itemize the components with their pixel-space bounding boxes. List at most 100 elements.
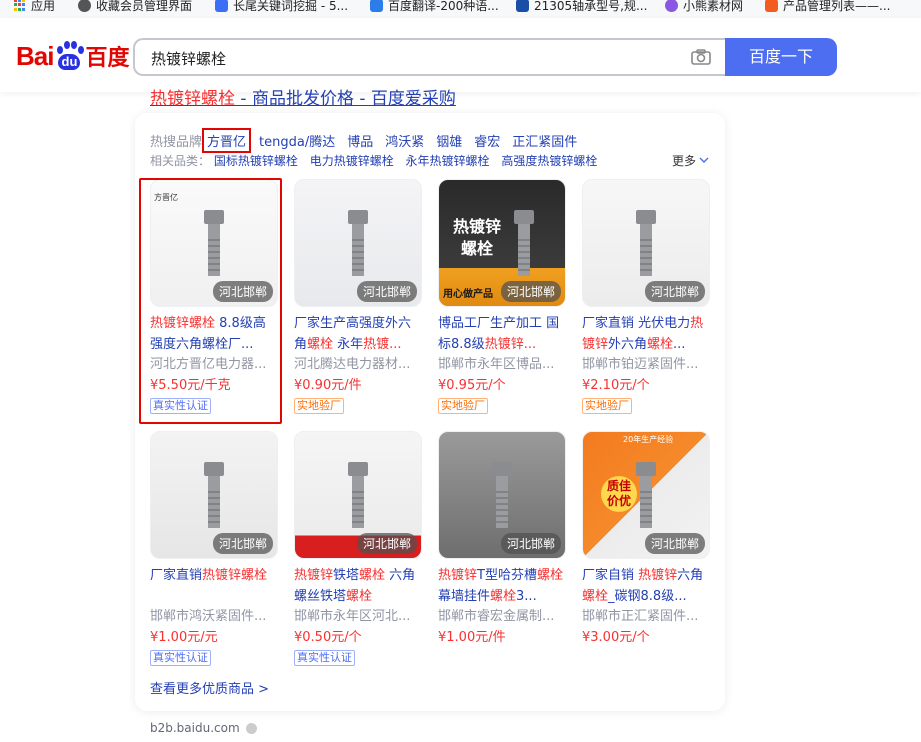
product-image[interactable]: 质佳 价优 20年生产经验 河北邯郸 — [582, 431, 710, 559]
shop-name[interactable]: 邯郸市鸿沃紧固件... — [150, 607, 278, 627]
search-input[interactable] — [149, 40, 673, 76]
product-title[interactable]: 厂家自销 热镀锌六角螺栓_碳钢8.8级... — [582, 565, 710, 607]
title-text: 3... — [516, 589, 537, 604]
product-price: ¥2.10元/个 — [582, 378, 650, 393]
product-image[interactable]: 河北邯郸 — [582, 179, 710, 307]
view-more-link[interactable]: 查看更多优质商品 > — [150, 678, 269, 697]
related-categories-row: 相关品类： 国标热镀锌螺栓 电力热镀锌螺栓 永年热镀锌螺栓 高强度热镀锌螺栓 — [150, 152, 605, 169]
brand-link[interactable]: 铟雄 — [436, 131, 462, 150]
title-text: 永年 — [333, 337, 364, 352]
logo-text-du: du — [58, 54, 81, 70]
product-image[interactable]: 河北邯郸 — [150, 431, 278, 559]
orange-s-icon — [765, 0, 778, 12]
hot-brands-row: 热搜品牌 方晋亿 tengda/腾达 博品 鸿沃紧 铟雄 睿宏 正汇紧固件 — [150, 128, 589, 153]
location-badge: 河北邯郸 — [212, 533, 273, 554]
title-highlight: 螺栓 — [536, 568, 563, 583]
title-highlight: 热镀锌螺栓 — [202, 568, 268, 583]
product-item[interactable]: 河北邯郸厂家直销 光伏电力热镀锌外六角螺栓... 邯郸市铂迈紧固件... ¥2.10… — [582, 179, 710, 414]
product-price: ¥1.00元/件 — [438, 630, 506, 645]
title-highlight: 热镀锌 — [438, 568, 478, 583]
location-badge: 河北邯郸 — [644, 281, 705, 302]
logo-text-cn: 百度 — [85, 45, 130, 70]
bookmark-item[interactable]: 百度翻译-200种语... — [370, 0, 499, 13]
brand-link[interactable]: 博品 — [347, 131, 373, 150]
product-title[interactable]: 厂家直销 光伏电力热镀锌外六角螺栓... — [582, 313, 710, 355]
brand-link[interactable]: 鸿沃紧 — [385, 131, 424, 150]
bookmark-label: 产品管理列表——... — [783, 0, 891, 13]
bookmark-apps[interactable]: 应用 — [14, 0, 55, 13]
search-box — [133, 38, 725, 76]
result-title-highlight: 热镀锌螺栓 — [150, 89, 235, 109]
chevron-down-icon — [699, 157, 709, 163]
paw-icon: du — [54, 41, 85, 71]
shop-name[interactable]: 邯郸市正汇紧固件... — [582, 607, 710, 627]
source-url: b2b.baidu.com — [150, 721, 257, 735]
verification-badge: 真实性认证 — [150, 650, 211, 666]
heart-icon — [665, 0, 678, 12]
bookmark-item[interactable]: 小熊素材网 — [665, 0, 743, 13]
brand-link[interactable]: tengda/腾达 — [259, 131, 335, 150]
product-item[interactable]: 河北邯郸 厂家直销热镀锌螺栓 邯郸市鸿沃紧固件... ¥1.00元/元 真实性认证 — [150, 431, 278, 666]
camera-icon[interactable] — [691, 49, 711, 65]
product-image[interactable]: 热镀锌 螺栓 用心做产品 河北邯郸 — [438, 179, 566, 307]
bookmark-label: 百度翻译-200种语... — [388, 0, 499, 13]
bookmark-item[interactable]: 产品管理列表——... — [765, 0, 890, 13]
related-link[interactable]: 永年热镀锌螺栓 — [406, 154, 490, 168]
chevron-down-icon[interactable] — [245, 722, 257, 734]
shop-name[interactable]: 河北腾达电力器材... — [294, 355, 422, 375]
related-link[interactable]: 高强度热镀锌螺栓 — [501, 154, 597, 168]
product-price: ¥0.90元/件 — [294, 378, 362, 393]
more-button[interactable]: 更多 — [672, 152, 709, 169]
product-image[interactable]: 河北邯郸 — [294, 431, 422, 559]
product-item[interactable]: 河北邯郸 热镀锌T型哈芬槽螺栓 幕墙挂件螺栓3... 邯郸市睿宏金属制... ¥1.0… — [438, 431, 566, 648]
bookmark-item[interactable]: 长尾关键词挖掘 - 5... — [215, 0, 348, 13]
baidu-logo[interactable]: Bai du 百度 — [16, 40, 129, 72]
highlight-box — [139, 178, 282, 424]
product-title[interactable]: 厂家生产高强度外六角螺栓 永年热镀... — [294, 313, 422, 355]
globe-icon — [78, 0, 91, 12]
brand-link[interactable]: 正汇紧固件 — [512, 131, 577, 150]
title-text: 厂家直销 光伏电力 — [582, 316, 691, 331]
product-image[interactable]: 河北邯郸 — [294, 179, 422, 307]
product-title[interactable]: 厂家直销热镀锌螺栓 — [150, 565, 278, 607]
title-text: T型哈芬槽 — [477, 568, 537, 583]
bookmark-item[interactable]: 收藏会员管理界面 — [78, 0, 192, 13]
related-label: 相关品类： — [150, 154, 211, 168]
shop-name[interactable]: 邯郸市永年区河北... — [294, 607, 422, 627]
brand-link[interactable]: 方晋亿 — [202, 128, 252, 153]
bookmark-label: 21305轴承型号,规... — [534, 0, 648, 13]
product-title[interactable]: 博品工厂生产加工 国标8.8级热镀锌... — [438, 313, 566, 355]
location-badge: 河北邯郸 — [644, 533, 705, 554]
verification-badge: 实地验厂 — [294, 398, 344, 414]
hot-brands-label: 热搜品牌 — [150, 135, 203, 150]
related-link[interactable]: 电力热镀锌螺栓 — [310, 154, 394, 168]
bird-icon — [516, 0, 529, 12]
product-item[interactable]: 河北邯郸 热镀锌铁塔螺栓 六角螺丝铁塔螺栓 邯郸市永年区河北... ¥0.50元/个真… — [294, 431, 422, 666]
search-button[interactable]: 百度一下 — [725, 38, 837, 76]
shop-name[interactable]: 邯郸市永年区博品... — [438, 355, 566, 375]
product-title[interactable]: 热镀锌T型哈芬槽螺栓 幕墙挂件螺栓3... — [438, 565, 566, 607]
bookmark-label: 收藏会员管理界面 — [96, 0, 193, 13]
product-item[interactable]: 质佳 价优 20年生产经验 河北邯郸厂家自销 热镀锌六角螺栓_碳钢8.8级... 邯郸… — [582, 431, 710, 648]
bookmark-label: 小熊素材网 — [683, 0, 744, 13]
product-price: ¥0.95元/个 — [438, 378, 506, 393]
title-text: 外六角 — [608, 337, 648, 352]
product-item[interactable]: 河北邯郸厂家生产高强度外六角螺栓 永年热镀... 河北腾达电力器材... ¥0.90… — [294, 179, 422, 414]
brand-link[interactable]: 睿宏 — [474, 131, 500, 150]
product-item[interactable]: 热镀锌 螺栓 用心做产品 河北邯郸博品工厂生产加工 国标8.8级热镀锌... 邯郸市永… — [438, 179, 566, 414]
bookmark-label: 应用 — [31, 0, 56, 13]
result-title-link[interactable]: 热镀锌螺栓 - 商品批发价格 - 百度爱采购 — [150, 84, 456, 109]
shop-name[interactable]: 邯郸市铂迈紧固件... — [582, 355, 710, 375]
related-link[interactable]: 国标热镀锌螺栓 — [214, 154, 298, 168]
bookmark-item[interactable]: 21305轴承型号,规... — [516, 0, 647, 13]
product-image[interactable]: 河北邯郸 — [438, 431, 566, 559]
shop-name[interactable]: 邯郸市睿宏金属制... — [438, 607, 566, 627]
title-text: 厂家自销 — [582, 568, 639, 583]
verification-badge: 实地验厂 — [438, 398, 488, 414]
product-title[interactable]: 热镀锌铁塔螺栓 六角螺丝铁塔螺栓 — [294, 565, 422, 607]
title-highlight: 热镀锌 — [294, 568, 334, 583]
source-url-text[interactable]: b2b.baidu.com — [150, 721, 240, 735]
title-text: ... — [673, 337, 686, 352]
title-text: _碳钢8.8级... — [608, 589, 687, 604]
logo-text-bai: Bai — [16, 40, 54, 71]
